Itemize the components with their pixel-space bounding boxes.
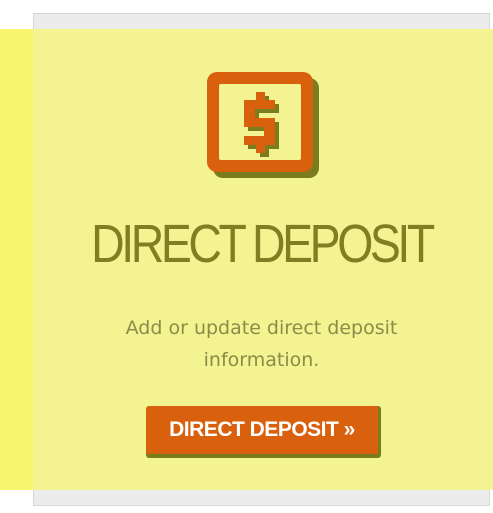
card-title: DIRECT DEPOSIT	[91, 214, 435, 274]
direct-deposit-card: DIRECT DEPOSIT Add or update direct depo…	[33, 29, 490, 490]
dollar-icon-svg	[207, 72, 319, 178]
page: DIRECT DEPOSIT Add or update direct depo…	[0, 0, 493, 513]
direct-deposit-button[interactable]: DIRECT DEPOSIT »	[146, 406, 381, 458]
card-description: Add or update direct deposit information…	[125, 317, 398, 371]
dollar-icon	[205, 70, 323, 182]
highlight-edge	[0, 29, 33, 490]
